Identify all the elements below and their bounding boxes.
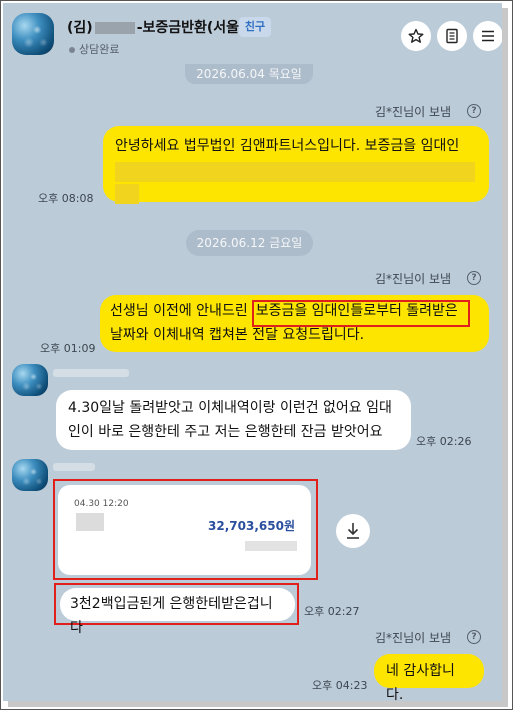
message-text: 인이 바로 은행한테 주고 저는 은행한테 잔금 받앗어요	[68, 424, 383, 440]
chat-title-suffix: -보증금반환(서울)	[136, 20, 246, 36]
help-icon[interactable]: ?	[467, 271, 481, 285]
notes-button[interactable]	[437, 21, 467, 51]
message-text: 안녕하세요 법무법인 김앤파트너스입니다. 보증금을 임대인	[115, 138, 460, 154]
chat-window: (김) -보증금반환(서울) 친구 상담완료 2026.06.04 목요일 김*…	[3, 3, 502, 701]
transfer-image-attachment[interactable]: 04.30 12:20 32,703,650원	[58, 485, 311, 575]
help-icon[interactable]: ?	[467, 630, 481, 644]
sent-by-label: 김*진님이 보냄	[375, 631, 452, 645]
received-message-bubble[interactable]: 3천2백입금된게 은행한테받은겁니다	[60, 588, 295, 636]
download-icon	[347, 523, 359, 539]
redacted-sender-name	[53, 463, 95, 471]
attachment-amount: 32,703,650원	[208, 519, 295, 533]
menu-icon	[482, 30, 494, 42]
redacted-sender-name	[53, 369, 129, 377]
sent-by-label: 김*진님이 보냄	[375, 105, 452, 119]
redacted-area	[76, 513, 104, 531]
message-time: 오후 08:08	[38, 192, 94, 205]
message-text: 네 감사합니다.	[386, 663, 455, 701]
chat-status: 상담완료	[69, 41, 119, 57]
message-time: 오후 01:09	[40, 342, 96, 355]
sender-avatar[interactable]	[12, 364, 48, 396]
sent-message-bubble[interactable]: 네 감사합니다.	[374, 654, 484, 701]
redacted-text	[115, 182, 477, 206]
received-message-bubble[interactable]: 4.30일날 돌려받앗고 이체내역이랑 이런건 없어요 임대 인이 바로 은행한…	[56, 390, 411, 450]
favorite-button[interactable]	[401, 21, 431, 51]
sender-avatar[interactable]	[12, 459, 48, 491]
chat-header: (김) -보증금반환(서울) 친구 상담완료	[3, 3, 502, 69]
message-time: 오후 02:26	[416, 435, 472, 448]
message-text: 4.30일날 돌려받앗고 이체내역이랑 이런건 없어요 임대	[68, 400, 392, 416]
status-dot-icon	[69, 47, 75, 53]
date-divider: 2026.06.04 목요일	[185, 64, 313, 84]
date-divider: 2026.06.12 금요일	[186, 230, 313, 256]
redacted-name	[94, 22, 135, 34]
chat-status-label: 상담완료	[79, 43, 120, 56]
message-time: 오후 04:23	[312, 679, 368, 692]
redacted-area	[245, 541, 297, 551]
help-icon[interactable]: ?	[467, 104, 481, 118]
download-button[interactable]	[336, 514, 370, 548]
frame-shadow-right	[502, 8, 508, 706]
message-time: 오후 02:27	[304, 605, 360, 618]
message-text: 3천2백입금된게 은행한테받은겁니다	[70, 596, 273, 636]
attachment-datetime: 04.30 12:20	[74, 499, 129, 509]
chat-title-prefix: (김)	[67, 20, 93, 36]
highlight-box	[252, 300, 470, 327]
star-icon	[408, 28, 424, 43]
redacted-text	[115, 160, 477, 184]
message-text-part: 선생님 이전에 안내드린	[110, 303, 248, 319]
profile-avatar[interactable]	[12, 13, 54, 55]
friend-badge: 친구	[239, 17, 271, 37]
sent-by-label: 김*진님이 보냄	[375, 272, 452, 286]
menu-button[interactable]	[473, 21, 502, 51]
sent-message-bubble[interactable]: 안녕하세요 법무법인 김앤파트너스입니다. 보증금을 임대인	[103, 126, 489, 204]
frame-shadow-bottom	[8, 701, 508, 707]
chat-title: (김) -보증금반환(서울)	[67, 17, 245, 37]
notebook-icon	[446, 28, 458, 44]
